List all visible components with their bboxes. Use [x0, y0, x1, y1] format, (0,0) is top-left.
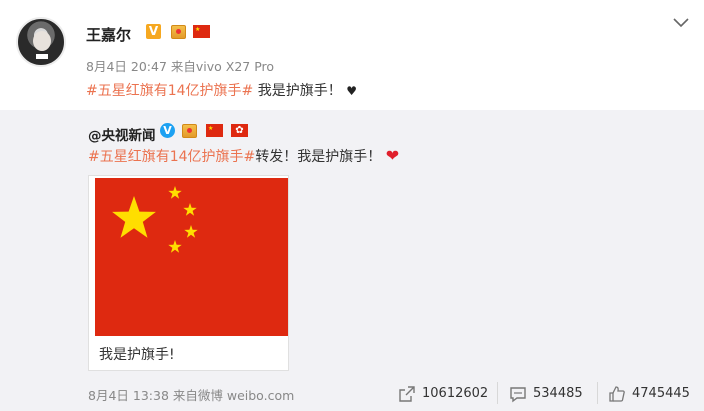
thumbs-up-icon [609, 386, 625, 402]
avatar-bowtie [36, 54, 48, 59]
repost-date[interactable]: 8月4日 13:38 [88, 388, 169, 403]
repost-content: #五星红旗有14亿护旗手#转发！我是护旗手！ ❤ [88, 146, 399, 166]
divider [597, 382, 598, 404]
post-meta: 8月4日 20:47 来自vivo X27 Pro [86, 56, 274, 75]
verified-v-icon: V [146, 24, 161, 39]
repost-count-button[interactable]: 10612602 [398, 385, 490, 403]
chevron-down-icon[interactable] [672, 16, 690, 30]
china-flag-icon: ★ [193, 25, 210, 38]
comment-count-button[interactable]: 534485 [509, 385, 589, 403]
card-caption: 我是护旗手! [99, 347, 175, 363]
comment-count: 534485 [533, 386, 583, 401]
hashtag-link[interactable]: #五星红旗有14亿护旗手# [86, 83, 253, 99]
like-count-button[interactable]: 4745445 [608, 385, 696, 403]
post-text: 我是护旗手！ [253, 83, 342, 99]
post-source: 来自vivo X27 Pro [170, 59, 275, 74]
member-badge-icon [182, 124, 197, 138]
china-flag-icon: ★ [206, 124, 223, 137]
comment-icon [510, 387, 526, 403]
repost-source: 来自微博 weibo.com [172, 388, 295, 403]
share-icon [399, 386, 415, 402]
repost-author[interactable]: @央视新闻 [88, 124, 156, 144]
post-date[interactable]: 8月4日 20:47 [86, 59, 167, 74]
repost-text: 转发！我是护旗手！ [255, 149, 382, 165]
divider [497, 382, 498, 404]
black-heart-icon: ♥ [346, 84, 357, 98]
chinese-flag-image[interactable] [95, 178, 288, 336]
image-card[interactable]: 我是护旗手! [88, 175, 289, 371]
author-name[interactable]: 王嘉尔 [86, 24, 131, 45]
avatar-face [33, 31, 51, 51]
repost-meta: 8月4日 13:38 来自微博 weibo.com [88, 385, 294, 404]
verified-blue-v-icon: V [160, 123, 175, 138]
avatar[interactable] [16, 17, 66, 67]
repost-count: 10612602 [422, 386, 489, 401]
hashtag-link[interactable]: #五星红旗有14亿护旗手# [88, 149, 255, 165]
red-heart-icon: ❤ [385, 146, 400, 165]
like-count: 4745445 [632, 386, 690, 401]
hong-kong-flag-icon: ✿ [231, 124, 248, 137]
reposted-content: @央视新闻 V ★ ✿ #五星红旗有14亿护旗手#转发！我是护旗手！ ❤ 我是护… [0, 110, 704, 411]
post-content: #五星红旗有14亿护旗手# 我是护旗手！ ♥ [86, 80, 357, 100]
member-badge-icon [171, 25, 186, 39]
weibo-post: 王嘉尔 V ★ 8月4日 20:47 来自vivo X27 Pro #五星红旗有… [0, 0, 704, 411]
